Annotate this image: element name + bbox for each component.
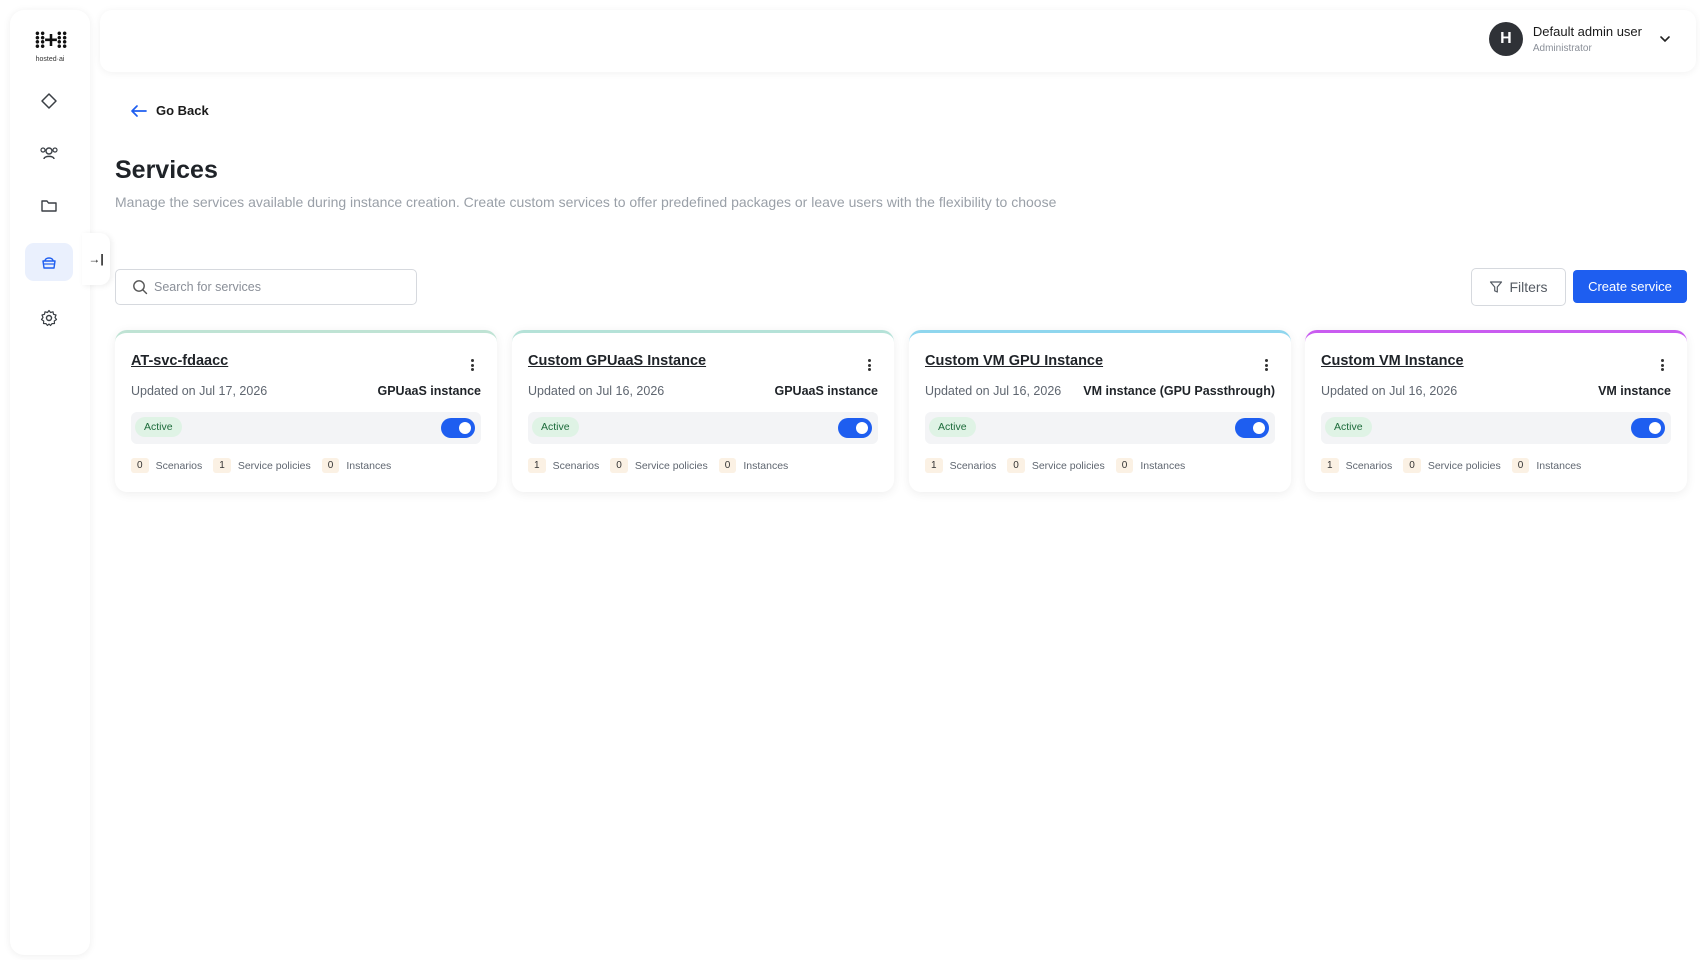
diamond-icon xyxy=(41,93,57,109)
go-back-label: Go Back xyxy=(156,103,209,118)
expand-icon: →| xyxy=(88,252,104,266)
active-toggle[interactable] xyxy=(1235,418,1269,438)
stat-label: Service policies xyxy=(634,459,708,472)
create-service-button[interactable]: Create service xyxy=(1573,270,1687,303)
sidebar-item-users[interactable] xyxy=(25,134,73,172)
service-card-title[interactable]: Custom VM Instance xyxy=(1321,353,1464,369)
stat-value: 1 xyxy=(1321,458,1339,473)
stat-label: Scenarios xyxy=(1345,459,1393,472)
active-toggle[interactable] xyxy=(838,418,872,438)
service-stats: 1 Scenarios 0 Service policies 0 Instances xyxy=(528,458,799,473)
status-badge: Active xyxy=(532,417,579,437)
user-menu[interactable]: H Default admin user Administrator xyxy=(1488,22,1672,56)
service-stats: 0 Scenarios 1 Service policies 0 Instances xyxy=(131,458,402,473)
active-toggle[interactable] xyxy=(1631,418,1665,438)
sidebar-item-settings[interactable] xyxy=(25,299,73,337)
go-back-link[interactable]: Go Back xyxy=(130,103,209,118)
active-toggle[interactable] xyxy=(441,418,475,438)
service-card: Custom VM Instance Updated on Jul 16, 20… xyxy=(1305,330,1687,492)
sidebar-item-projects[interactable] xyxy=(25,187,73,225)
stat-value: 0 xyxy=(718,458,737,473)
more-options-icon[interactable] xyxy=(1265,359,1269,371)
gear-icon xyxy=(40,309,58,327)
status-row: Active xyxy=(1321,412,1671,444)
service-stats: 1 Scenarios 0 Service policies 0 Instances xyxy=(925,458,1196,473)
search-icon xyxy=(133,280,148,295)
service-card: Custom GPUaaS Instance Updated on Jul 16… xyxy=(512,330,894,492)
stat-label: Scenarios xyxy=(949,459,997,472)
stat-value: 1 xyxy=(925,458,943,473)
filter-icon xyxy=(1490,281,1503,293)
service-card-title[interactable]: AT-svc-fdaacc xyxy=(131,353,228,369)
service-updated-date: Updated on Jul 17, 2026 xyxy=(131,384,268,398)
service-card-title[interactable]: Custom VM GPU Instance xyxy=(925,353,1103,369)
page-title: Services xyxy=(115,156,218,184)
status-row: Active xyxy=(925,412,1275,444)
stat-label: Instances xyxy=(743,459,789,472)
more-options-icon[interactable] xyxy=(471,359,475,371)
service-type: GPUaaS instance xyxy=(377,384,481,398)
stat-value: 0 xyxy=(1511,458,1530,473)
avatar: H xyxy=(1488,22,1523,56)
service-updated-date: Updated on Jul 16, 2026 xyxy=(528,384,665,398)
stat-label: Instances xyxy=(346,459,392,472)
stat-label: Service policies xyxy=(1427,459,1501,472)
search-input[interactable] xyxy=(154,280,404,294)
service-updated-date: Updated on Jul 16, 2026 xyxy=(925,384,1062,398)
logo-icon: ⁞⁞+⁞⁞ xyxy=(33,28,69,53)
service-stats: 1 Scenarios 0 Service policies 0 Instances xyxy=(1321,458,1592,473)
user-name: Default admin user xyxy=(1532,24,1642,39)
more-options-icon[interactable] xyxy=(868,359,872,371)
service-type: VM instance xyxy=(1598,384,1671,398)
more-options-icon[interactable] xyxy=(1661,359,1665,371)
sidebar-item-services[interactable] xyxy=(25,243,73,281)
chevron-down-icon[interactable] xyxy=(1658,32,1672,46)
services-icon xyxy=(42,257,56,269)
service-type: VM instance (GPU Passthrough) xyxy=(1083,384,1275,398)
stat-value: 0 xyxy=(1115,458,1134,473)
stat-value: 0 xyxy=(131,458,149,473)
service-updated-date: Updated on Jul 16, 2026 xyxy=(1321,384,1458,398)
stat-label: Scenarios xyxy=(155,459,203,472)
stat-value: 0 xyxy=(610,458,628,473)
logo-text: hosted·ai xyxy=(35,56,65,63)
status-badge: Active xyxy=(135,417,182,437)
stat-value: 0 xyxy=(1007,458,1025,473)
user-role: Administrator xyxy=(1532,43,1592,54)
top-header: H Default admin user Administrator xyxy=(100,10,1696,72)
filters-label: Filters xyxy=(1509,279,1548,295)
folder-icon xyxy=(41,200,57,212)
sidebar-expand-button[interactable]: →| xyxy=(82,233,110,285)
stat-value: 0 xyxy=(1403,458,1421,473)
page-subtitle: Manage the services available during ins… xyxy=(115,194,1057,210)
arrow-left-icon xyxy=(131,104,147,117)
stat-label: Instances xyxy=(1140,459,1186,472)
service-card: AT-svc-fdaacc Updated on Jul 17, 2026 GP… xyxy=(115,330,497,492)
status-row: Active xyxy=(131,412,481,444)
status-row: Active xyxy=(528,412,878,444)
service-card-title[interactable]: Custom GPUaaS Instance xyxy=(528,353,706,369)
service-type: GPUaaS instance xyxy=(774,384,878,398)
filters-button[interactable]: Filters xyxy=(1471,268,1566,306)
service-card: Custom VM GPU Instance Updated on Jul 16… xyxy=(909,330,1291,492)
status-badge: Active xyxy=(1325,417,1372,437)
stat-label: Instances xyxy=(1536,459,1582,472)
stat-label: Scenarios xyxy=(552,459,600,472)
stat-label: Service policies xyxy=(1031,459,1105,472)
stat-label: Service policies xyxy=(237,459,311,472)
sidebar: ⁞⁞+⁞⁞ hosted·ai xyxy=(10,10,90,955)
search-box[interactable] xyxy=(115,269,417,305)
stat-value: 1 xyxy=(213,458,231,473)
stat-value: 1 xyxy=(528,458,546,473)
sidebar-item-dashboard[interactable] xyxy=(25,82,73,120)
stat-value: 0 xyxy=(321,458,340,473)
status-badge: Active xyxy=(929,417,976,437)
users-icon xyxy=(40,147,58,160)
brand-logo[interactable]: ⁞⁞+⁞⁞ hosted·ai xyxy=(30,28,70,76)
